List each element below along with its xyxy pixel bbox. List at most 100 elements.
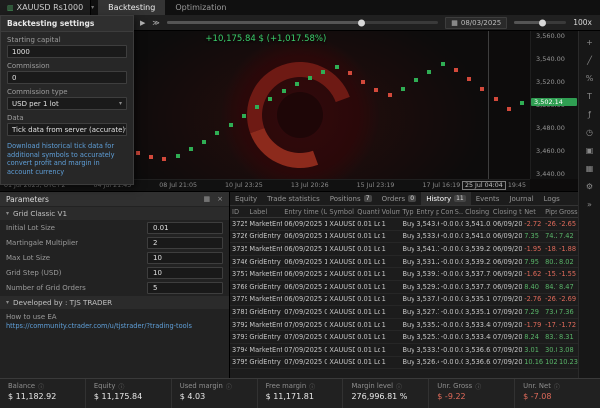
cell-s: 0.00: [453, 230, 463, 243]
column-header-gross[interactable]: Gross: [557, 206, 578, 218]
cell-closing-p: 3,539.22: [463, 255, 491, 268]
text-tool-icon[interactable]: T: [583, 91, 597, 102]
cell-closing-tim: 06/09/2025 21:02: [491, 243, 522, 256]
indicator-icon[interactable]: ƒ: [583, 109, 597, 120]
data-select[interactable]: Tick data from server (accurate)▾: [7, 123, 127, 136]
cell-closing-tim: 07/09/2025 05:27: [491, 331, 522, 344]
close-icon[interactable]: ×: [217, 195, 223, 203]
fast-forward-button[interactable]: ≫: [152, 19, 159, 27]
param-label: Grid Step (USD): [6, 269, 62, 277]
history-row[interactable]: 3735MarketEntry06/09/2025 19:17XAUUSD0.0…: [230, 243, 578, 256]
price-dot: [454, 68, 458, 72]
column-header-entry-p[interactable]: Entry p...: [414, 206, 438, 218]
progress-thumb[interactable]: [358, 19, 365, 26]
tab-optimization[interactable]: Optimization: [165, 0, 236, 15]
column-header-closing-tim[interactable]: Closing tim...: [491, 206, 522, 218]
tab-equity[interactable]: Equity: [230, 192, 262, 205]
fibonacci-icon[interactable]: %: [583, 73, 597, 84]
column-header-net[interactable]: Net: [522, 206, 543, 218]
speed-slider[interactable]: [514, 21, 566, 24]
column-header-com[interactable]: Com...: [439, 206, 453, 218]
section-grid-classic-v1[interactable]: ▾ Grid Classic V1: [0, 207, 229, 220]
column-header-entry-time-utc-2[interactable]: Entry time (UTC+2): [282, 206, 327, 218]
cell-gross: 8.47: [557, 280, 578, 293]
starting-capital-input[interactable]: 1000: [7, 45, 127, 58]
commission-type-select[interactable]: USD per 1 lot▾: [7, 97, 127, 110]
cell-label: GridEntry: [247, 230, 282, 243]
column-header-volume[interactable]: Volume: [380, 206, 401, 218]
column-header-closing-p[interactable]: Closing p...: [463, 206, 491, 218]
price-dot: [480, 87, 484, 91]
cell-symbol: XAUUSD: [327, 268, 355, 281]
param-value-input[interactable]: 2: [147, 237, 223, 249]
history-row[interactable]: 3795GridEntry07/09/2025 06:29XAUUSD0.01 …: [230, 356, 578, 369]
backtest-progress-slider[interactable]: [167, 21, 439, 24]
play-button[interactable]: ▶: [140, 19, 145, 27]
price-dot: [242, 114, 246, 118]
end-date-picker[interactable]: ▦ 08/03/2025: [445, 17, 507, 29]
column-header-quantity[interactable]: Quantity: [355, 206, 379, 218]
history-row[interactable]: 3768GridEntry06/09/2025 21:24XAUUSD0.01 …: [230, 280, 578, 293]
instrument-tab[interactable]: ▥ XAUUSD Rs1000: [0, 0, 91, 15]
status-value: $ 11,175.84: [94, 392, 163, 401]
speed-thumb[interactable]: [539, 19, 546, 26]
cell-pips: 80.2: [543, 255, 557, 268]
tab-logs[interactable]: Logs: [539, 192, 565, 205]
playhead-line[interactable]: [488, 31, 489, 179]
cell-volume: 1: [380, 293, 401, 306]
chevron-down-icon: ▾: [125, 126, 127, 133]
history-row[interactable]: 3746GridEntry06/09/2025 19:58XAUUSD0.01 …: [230, 255, 578, 268]
section-developed-by[interactable]: ▾ Developed by : TJS TRADER: [0, 296, 229, 309]
parameters-panel: Parameters ▦ × ▾ Grid Classic V1 Initial…: [0, 192, 230, 378]
tab-events[interactable]: Events: [471, 192, 505, 205]
param-value-input[interactable]: 10: [147, 267, 223, 279]
cell-symbol: XAUUSD: [327, 230, 355, 243]
tab-orders[interactable]: Orders0: [377, 192, 422, 205]
history-row[interactable]: 3779MarketEntry06/09/2025 23:45XAUUSD0.0…: [230, 293, 578, 306]
cell-type: Buy: [400, 280, 414, 293]
cell-closing-tim: 06/09/2025 23:44: [491, 280, 522, 293]
howto-link[interactable]: https://community.ctrader.com/u/tjstrade…: [0, 322, 229, 335]
history-row[interactable]: 3792MarketEntry07/09/2025 02:11XAUUSD0.0…: [230, 318, 578, 331]
snapshot-icon[interactable]: ▣: [583, 145, 597, 156]
status-value: $ 11,171.81: [266, 392, 335, 401]
cell-com: -0.07: [439, 356, 453, 369]
column-header-symbol[interactable]: Symbol: [327, 206, 355, 218]
cell-net: 7.35: [522, 230, 543, 243]
history-row[interactable]: 3793GridEntry07/09/2025 03:05XAUUSD0.01 …: [230, 331, 578, 344]
time-label: 13 Jul 20:26: [291, 182, 329, 189]
collapse-icon[interactable]: »: [583, 199, 597, 210]
grid-icon[interactable]: ▦: [583, 163, 597, 174]
cell-label: MarketEntry: [247, 243, 282, 256]
history-row[interactable]: 3726GridEntry06/09/2025 17:46XAUUSD0.01 …: [230, 230, 578, 243]
tab-backtesting[interactable]: Backtesting: [98, 0, 165, 15]
settings-icon[interactable]: ⚙: [583, 181, 597, 192]
history-row[interactable]: 3757MarketEntry06/09/2025 21:02XAUUSD0.0…: [230, 268, 578, 281]
param-value-input[interactable]: 0.01: [147, 222, 223, 234]
status-unr-net: Unr. Netⓘ$ -7.08: [514, 379, 600, 408]
history-row[interactable]: 3794MarketEntry07/09/2025 05:28XAUUSD0.0…: [230, 343, 578, 356]
param-value-input[interactable]: 5: [147, 282, 223, 294]
column-header-label[interactable]: Label: [247, 206, 282, 218]
tab-positions[interactable]: Positions7: [325, 192, 377, 205]
chevron-down-icon[interactable]: ▾: [91, 0, 98, 15]
tab-journal[interactable]: Journal: [504, 192, 538, 205]
crosshair-icon[interactable]: +: [583, 37, 597, 48]
trendline-icon[interactable]: ╱: [583, 55, 597, 66]
price-dot: [507, 107, 511, 111]
cell-quantity: 0.01 Lots: [355, 218, 379, 231]
tab-trade-statistics[interactable]: Trade statistics: [262, 192, 325, 205]
history-row[interactable]: 3781GridEntry07/09/2025 00:21XAUUSD0.01 …: [230, 306, 578, 319]
tab-history[interactable]: History11: [421, 192, 471, 205]
info-icon: ⓘ: [475, 382, 481, 391]
param-value-input[interactable]: 10: [147, 252, 223, 264]
commission-input[interactable]: 0: [7, 71, 127, 84]
clock-icon[interactable]: ◷: [583, 127, 597, 138]
cell-symbol: XAUUSD: [327, 318, 355, 331]
column-header-id[interactable]: ID: [230, 206, 247, 218]
column-header-type[interactable]: Type: [400, 206, 414, 218]
layout-icon[interactable]: ▦: [204, 195, 211, 203]
column-header-s[interactable]: S...: [453, 206, 463, 218]
column-header-pips[interactable]: Pips: [543, 206, 557, 218]
history-row[interactable]: 3725MarketEntry06/09/2025 17:07XAUUSD0.0…: [230, 218, 578, 231]
